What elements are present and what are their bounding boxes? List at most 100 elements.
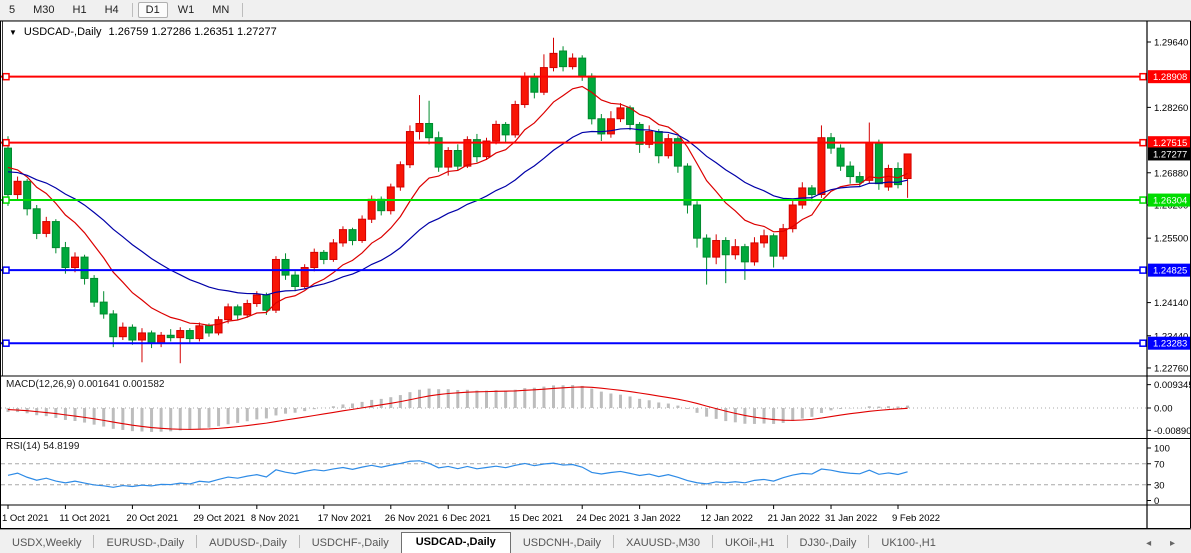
hline-handle[interactable]	[3, 74, 9, 80]
candle-body	[617, 108, 624, 119]
candle-body	[253, 295, 260, 304]
candle-body	[569, 58, 576, 67]
date-tick-label: 1 Oct 2021	[2, 513, 48, 524]
candle-body	[100, 302, 107, 314]
candle-body	[741, 247, 748, 262]
candle-body	[119, 327, 126, 336]
chart-tab-usdchf-daily[interactable]: USDCHF-,Daily	[300, 534, 401, 553]
candle-body	[665, 139, 672, 156]
candle-body	[320, 252, 327, 259]
candle-body	[540, 68, 547, 93]
candle-body	[521, 77, 528, 104]
price-badge-label: 1.27277	[1153, 149, 1187, 160]
candle-body	[866, 142, 873, 180]
candle-body	[493, 124, 500, 141]
chart-tab-eurusd-daily[interactable]: EURUSD-,Daily	[94, 534, 196, 553]
candle-body	[43, 222, 50, 234]
date-tick-label: 24 Dec 2021	[576, 513, 630, 524]
candle-body	[24, 181, 31, 208]
candle-body	[71, 257, 78, 267]
candle-body	[837, 148, 844, 166]
candle-body	[856, 177, 863, 183]
candle-body	[808, 188, 815, 195]
price-badge-label: 1.26304	[1153, 196, 1187, 207]
candle-body	[445, 151, 452, 168]
candle-body	[234, 307, 241, 315]
candle-body	[799, 188, 806, 205]
date-tick-label: 21 Jan 2022	[768, 513, 820, 524]
candle-body	[770, 236, 777, 256]
candle-body	[330, 243, 337, 260]
price-badge-label: 1.28908	[1153, 72, 1187, 83]
candle-body	[426, 123, 433, 137]
candle-body	[560, 51, 567, 67]
price-tick-label: 1.28260	[1154, 103, 1188, 114]
candle-body	[550, 53, 557, 67]
candle-body	[5, 148, 12, 194]
candle-body	[761, 236, 768, 243]
rsi-axis-label: 0	[1154, 496, 1159, 507]
candle-body	[387, 187, 394, 211]
rsi-indicator-label: RSI(14) 54.8199	[6, 441, 79, 452]
hline-handle[interactable]	[1140, 140, 1146, 146]
candle-body	[588, 76, 595, 119]
chart-tab-audusd-daily[interactable]: AUDUSD-,Daily	[197, 534, 299, 553]
price-badge-label: 1.23283	[1153, 339, 1187, 350]
chart-tab-usdx-weekly[interactable]: USDX,Weekly	[0, 534, 93, 553]
candle-body	[627, 108, 634, 125]
candle-body	[205, 326, 212, 333]
date-tick-label: 31 Jan 2022	[825, 513, 877, 524]
candle-body	[81, 257, 88, 278]
candle-body	[703, 238, 710, 257]
chart-tab-dj30-daily[interactable]: DJ30-,Daily	[788, 534, 869, 553]
hline-handle[interactable]	[1140, 197, 1146, 203]
candle-body	[148, 333, 155, 343]
hline-handle[interactable]	[1140, 74, 1146, 80]
hline-handle[interactable]	[1140, 267, 1146, 273]
candle-body	[62, 248, 69, 268]
date-tick-label: 3 Jan 2022	[634, 513, 681, 524]
candle-body	[416, 123, 423, 131]
candle-body	[406, 132, 413, 165]
candle-body	[196, 326, 203, 339]
chart-tab-usdcad-daily[interactable]: USDCAD-,Daily	[401, 532, 511, 553]
candle-body	[311, 252, 318, 267]
candle-body	[215, 320, 222, 333]
price-tick-label: 1.22760	[1154, 363, 1188, 374]
ohlc-values: 1.26759 1.27286 1.26351 1.27277	[109, 26, 277, 38]
chart-tab-ukoil-h1[interactable]: UKOil-,H1	[713, 534, 787, 553]
candle-body	[244, 304, 251, 315]
macd-indicator-label: MACD(12,26,9) 0.001641 0.001582	[6, 379, 164, 390]
hline-handle[interactable]	[3, 267, 9, 273]
tab-scroll-arrows[interactable]: ◂ ▸	[1146, 538, 1183, 549]
chart-tab-usdcnh-daily[interactable]: USDCNH-,Daily	[511, 534, 613, 553]
chart-tab-xauusd-m30[interactable]: XAUUSD-,M30	[614, 534, 712, 553]
candle-body	[397, 165, 404, 187]
candle-body	[847, 166, 854, 176]
chart-tab-uk100-h1[interactable]: UK100-,H1	[869, 534, 947, 553]
chart-tab-bar: USDX,WeeklyEURUSD-,DailyAUDUSD-,DailyUSD…	[0, 529, 1191, 553]
candle-body	[186, 331, 193, 339]
rsi-axis-label: 30	[1154, 480, 1165, 491]
candle-body	[339, 230, 346, 243]
candle-body	[885, 169, 892, 187]
symbol-name: USDCAD-,Daily	[24, 26, 102, 38]
hline-handle[interactable]	[3, 340, 9, 346]
hline-handle[interactable]	[3, 140, 9, 146]
date-tick-label: 11 Oct 2021	[59, 513, 110, 524]
hline-handle[interactable]	[1140, 340, 1146, 346]
symbol-dropdown-icon[interactable]: ▼	[9, 28, 17, 37]
mt4-window: 5M30H1H4D1W1MN 1.296401.282601.268801.26…	[0, 0, 1191, 553]
candle-body	[531, 77, 538, 92]
hline-handle[interactable]	[3, 197, 9, 203]
candle-body	[263, 295, 270, 310]
candle-body	[818, 138, 825, 195]
candle-body	[14, 181, 21, 194]
candle-body	[129, 327, 136, 340]
candle-body	[512, 105, 519, 135]
candle-body	[282, 259, 289, 275]
candle-body	[713, 241, 720, 258]
candle-body	[368, 199, 375, 219]
candle-body	[167, 335, 174, 337]
price-tick-label: 1.25500	[1154, 234, 1188, 245]
